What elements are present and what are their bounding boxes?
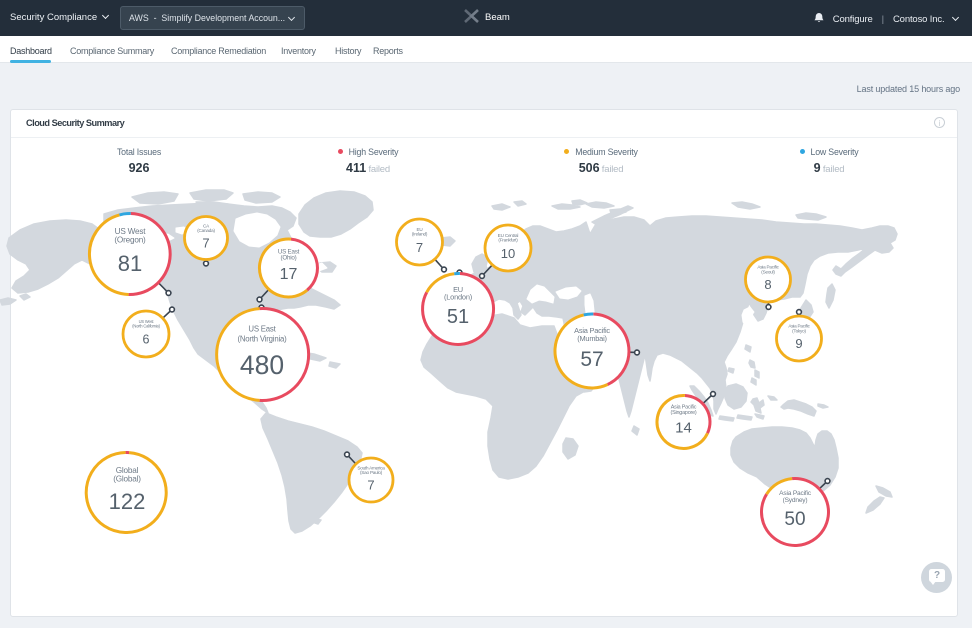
svg-text:9: 9 (795, 336, 802, 351)
svg-text:122: 122 (109, 489, 146, 514)
svg-text:10: 10 (501, 246, 515, 261)
svg-text:81: 81 (118, 251, 142, 276)
svg-text:US East: US East (248, 325, 276, 334)
svg-text:7: 7 (416, 240, 423, 255)
svg-text:(Seoul): (Seoul) (761, 269, 775, 274)
svg-text:(Oregon): (Oregon) (114, 236, 146, 245)
svg-text:(Canada): (Canada) (197, 228, 215, 233)
svg-text:(Frankfurt): (Frankfurt) (498, 238, 518, 243)
svg-text:17: 17 (280, 266, 298, 283)
svg-text:(London): (London) (444, 292, 472, 301)
svg-text:(Sao Paulo): (Sao Paulo) (360, 470, 383, 475)
svg-text:8: 8 (764, 277, 771, 292)
svg-text:(Sydney): (Sydney) (783, 497, 808, 504)
svg-text:Asia Pacific: Asia Pacific (779, 490, 812, 497)
svg-text:(Tokyo): (Tokyo) (792, 328, 806, 333)
svg-text:50: 50 (784, 509, 805, 530)
svg-text:6: 6 (143, 332, 150, 346)
svg-text:(Ireland): (Ireland) (412, 232, 428, 237)
svg-text:(Singapore): (Singapore) (671, 410, 697, 416)
svg-text:(North Virginia): (North Virginia) (237, 334, 287, 343)
svg-text:(Mumbai): (Mumbai) (577, 334, 607, 343)
svg-text:51: 51 (447, 306, 469, 328)
svg-text:(Global): (Global) (113, 474, 141, 483)
svg-text:7: 7 (202, 235, 209, 250)
svg-text:7: 7 (367, 478, 374, 493)
svg-text:57: 57 (580, 348, 603, 371)
svg-text:14: 14 (675, 420, 692, 437)
svg-text:(North California): (North California) (132, 324, 160, 329)
svg-text:(Ohio): (Ohio) (281, 255, 297, 262)
svg-text:480: 480 (240, 350, 284, 380)
